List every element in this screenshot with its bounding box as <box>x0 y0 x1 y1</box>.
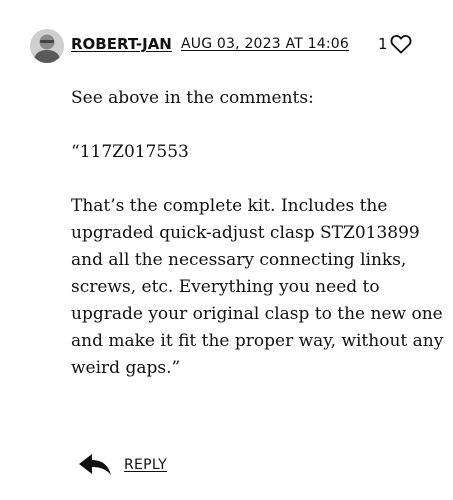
comment-line: and all the necessary connecting links, <box>71 250 407 270</box>
comment-line: upgrade your original clasp to the new o… <box>71 304 443 324</box>
comment-paragraph: That’s the complete kit. Includes the up… <box>71 193 443 382</box>
comment-line: screws, etc. Everything you need to <box>71 277 380 297</box>
comment-line: That’s the complete kit. Includes the <box>71 196 388 216</box>
comment-header: ROBERT-JAN AUG 03, 2023 AT 14:06 1 <box>30 26 430 64</box>
reply-button[interactable]: REPLY <box>78 452 167 478</box>
comment-line: weird gaps.” <box>71 358 181 378</box>
avatar-photo <box>30 29 64 63</box>
comment-paragraph: “117Z017553 <box>71 139 443 166</box>
like-button[interactable]: 1 <box>378 32 412 56</box>
avatar <box>30 29 64 63</box>
comment-body: See above in the comments: “117Z017553 T… <box>71 85 443 409</box>
comment-line: upgraded quick-adjust clasp STZ013899 <box>71 223 420 243</box>
comment: ROBERT-JAN AUG 03, 2023 AT 14:06 1 See a… <box>0 0 453 500</box>
reply-link[interactable]: REPLY <box>124 455 167 475</box>
comment-line: “117Z017553 <box>71 142 189 162</box>
comment-date-link[interactable]: AUG 03, 2023 AT 14:06 <box>181 34 349 54</box>
comment-paragraph: See above in the comments: <box>71 85 443 112</box>
comment-line: See above in the comments: <box>71 88 314 108</box>
like-count: 1 <box>378 35 388 53</box>
comment-author-link[interactable]: ROBERT-JAN <box>71 34 172 54</box>
comment-line: and make it fit the proper way, without … <box>71 331 444 351</box>
heart-icon <box>390 34 412 54</box>
reply-arrow-icon <box>78 453 112 477</box>
